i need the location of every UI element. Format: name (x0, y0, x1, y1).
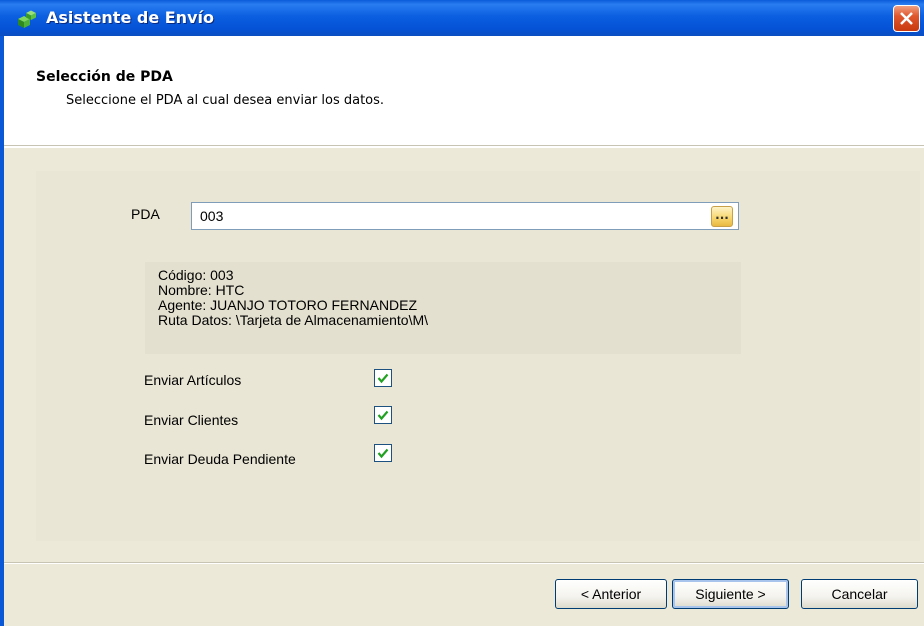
close-button[interactable] (893, 5, 920, 32)
checkbox-deuda[interactable] (374, 444, 392, 462)
checkbox-clientes[interactable] (374, 406, 392, 424)
header-divider (4, 145, 924, 147)
info-agente: Agente: JUANJO TOTORO FERNANDEZ (158, 297, 418, 313)
info-nombre: Nombre: HTC (158, 282, 245, 298)
cancel-button[interactable]: Cancelar (801, 579, 918, 609)
next-button[interactable]: Siguiente > (672, 579, 789, 609)
title-bar[interactable]: Asistente de Envío (0, 0, 924, 36)
pda-input[interactable]: 003 (191, 202, 739, 230)
checkmark-icon (377, 410, 389, 421)
page-title: Selección de PDA (36, 69, 173, 85)
close-icon (900, 12, 913, 25)
pda-label: PDA (131, 206, 160, 222)
browse-button[interactable]: ... (711, 206, 733, 227)
back-button[interactable]: < Anterior (555, 579, 667, 609)
checkbox-articulos[interactable] (374, 369, 392, 387)
pda-input-value: 003 (200, 208, 224, 224)
checkmark-icon (377, 448, 389, 459)
window-title: Asistente de Envío (46, 8, 214, 27)
info-codigo: Código: 003 (158, 267, 234, 283)
option-label-clientes: Enviar Clientes (144, 412, 239, 428)
info-ruta: Ruta Datos: \Tarjeta de Almacenamiento\M… (158, 312, 429, 328)
green-cubes-icon (14, 9, 38, 29)
option-label-articulos: Enviar Artículos (144, 372, 242, 388)
option-label-deuda: Enviar Deuda Pendiente (144, 451, 296, 467)
wizard-header (4, 36, 924, 145)
page-subtitle: Seleccione el PDA al cual desea enviar l… (66, 93, 385, 108)
checkmark-icon (377, 373, 389, 384)
